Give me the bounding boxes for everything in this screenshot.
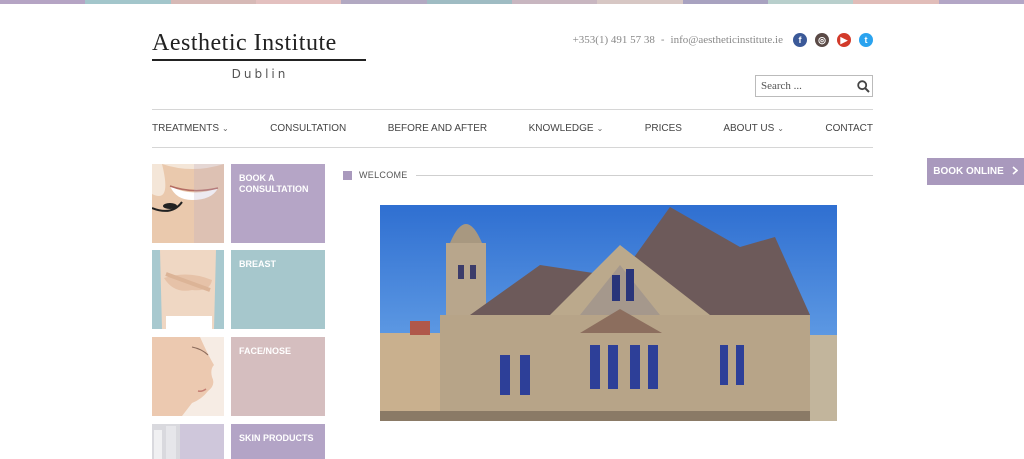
stripe-segment xyxy=(426,0,512,4)
book-online-button[interactable]: BOOK ONLINE xyxy=(927,158,1024,185)
nav-label: PRICES xyxy=(644,123,682,134)
site-logo[interactable]: Aesthetic Institute Dublin xyxy=(152,30,368,81)
welcome-square-icon xyxy=(343,170,352,180)
contact-bar: +353(1) 491 57 38 - info@aestheticinstit… xyxy=(560,33,873,47)
skin-products-photo[interactable] xyxy=(152,424,224,459)
nav-label: CONTACT xyxy=(825,123,873,134)
welcome-label: WELCOME xyxy=(359,170,408,180)
stripe-segment xyxy=(767,0,854,4)
stripe-segment xyxy=(0,0,86,4)
nav-item-knowledge[interactable]: KNOWLEDGE ⌄ xyxy=(529,123,604,134)
phone-link[interactable]: +353(1) 491 57 38 xyxy=(573,34,655,46)
nav-item-treatments[interactable]: TREATMENTS ⌄ xyxy=(152,123,229,134)
youtube-icon[interactable]: ▶ xyxy=(837,33,851,47)
logo-underline xyxy=(152,59,366,61)
stripe-segment xyxy=(853,0,939,4)
logo-subtitle: Dublin xyxy=(231,67,289,81)
stripe-segment xyxy=(682,0,768,4)
top-color-stripe xyxy=(0,0,1024,4)
nav-label: CONSULTATION xyxy=(270,123,347,134)
chevron-down-icon: ⌄ xyxy=(596,124,604,133)
stripe-segment xyxy=(341,0,427,4)
nav-item-about-us[interactable]: ABOUT US ⌄ xyxy=(723,123,784,134)
nav-label: KNOWLEDGE xyxy=(528,123,594,134)
main-nav: TREATMENTS ⌄ CONSULTATION BEFORE AND AFTE… xyxy=(152,109,873,148)
stripe-segment xyxy=(597,0,683,4)
facebook-icon[interactable]: f xyxy=(793,33,807,47)
tile-book-consultation[interactable]: BOOK A CONSULTATION xyxy=(231,164,325,243)
search-box xyxy=(755,75,873,97)
stripe-segment xyxy=(85,0,171,4)
nav-label: TREATMENTS xyxy=(152,123,220,134)
stripe-segment xyxy=(255,0,342,4)
smiling-woman-headset-photo[interactable] xyxy=(152,164,224,243)
nav-item-before-and-after[interactable]: BEFORE AND AFTER xyxy=(388,123,487,134)
nav-label: ABOUT US xyxy=(723,123,775,134)
woman-torso-photo[interactable] xyxy=(152,250,224,329)
email-link[interactable]: info@aestheticinstitute.ie xyxy=(671,34,783,46)
nav-label: BEFORE AND AFTER xyxy=(387,123,488,134)
chevron-down-icon: ⌄ xyxy=(777,124,784,133)
chevron-down-icon: ⌄ xyxy=(222,124,229,133)
nav-item-consultation[interactable]: CONSULTATION xyxy=(270,123,346,134)
stone-building-photo xyxy=(380,205,837,421)
welcome-divider xyxy=(415,174,873,176)
chevron-right-icon xyxy=(1012,165,1018,178)
stripe-segment xyxy=(511,0,598,4)
logo-title: Aesthetic Institute xyxy=(152,30,337,56)
nav-item-contact[interactable]: CONTACT xyxy=(825,123,873,134)
instagram-icon[interactable]: ◎ xyxy=(815,33,829,47)
twitter-icon[interactable]: t xyxy=(859,33,873,47)
woman-face-profile-photo[interactable] xyxy=(152,337,224,416)
contact-separator: - xyxy=(660,34,665,46)
book-online-label: BOOK ONLINE xyxy=(933,166,1004,177)
tile-skin-products[interactable]: SKIN PRODUCTS xyxy=(231,424,325,459)
stripe-segment xyxy=(938,0,1024,4)
nav-item-prices[interactable]: PRICES xyxy=(645,123,682,134)
welcome-heading: WELCOME xyxy=(343,169,873,181)
tile-breast[interactable]: BREAST xyxy=(231,250,325,329)
search-icon[interactable] xyxy=(855,77,872,95)
search-input[interactable] xyxy=(761,80,853,92)
stripe-segment xyxy=(170,0,256,4)
tile-face-nose[interactable]: FACE/NOSE xyxy=(231,337,325,416)
